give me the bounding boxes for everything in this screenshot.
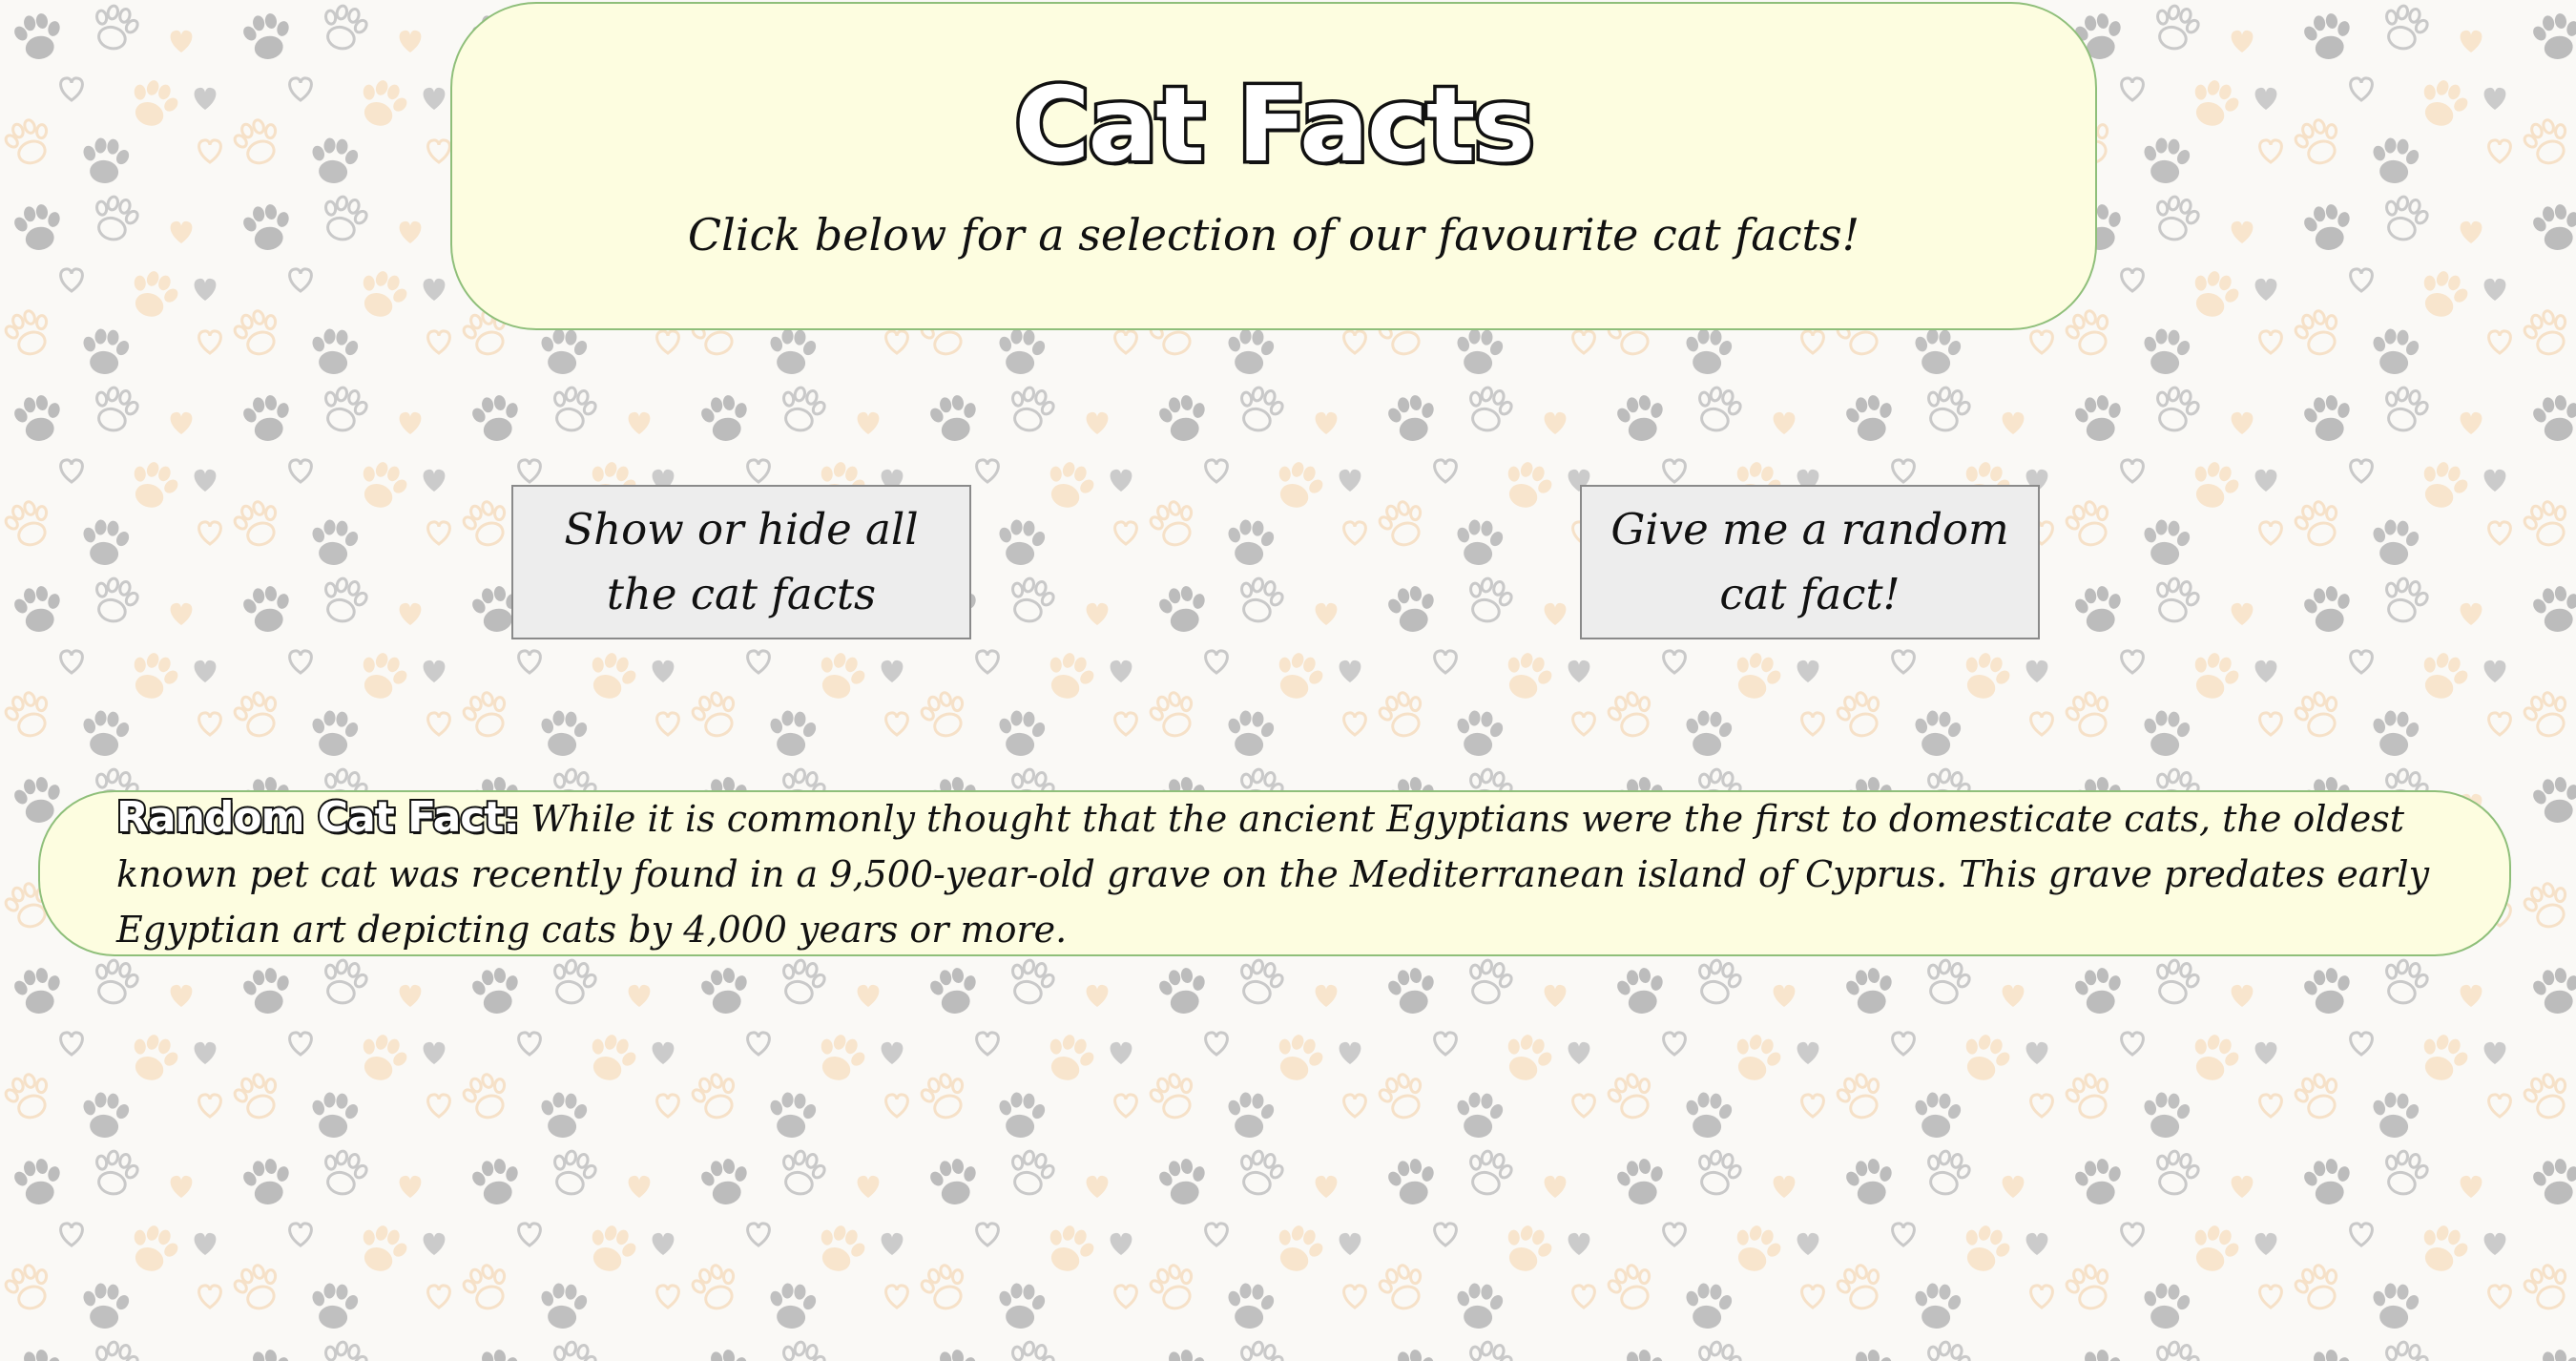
page-title: Cat Facts: [1011, 65, 1539, 186]
toggle-facts-button[interactable]: Show or hide all the cat facts: [511, 485, 971, 639]
random-fact-label: Random Cat Fact:: [114, 791, 522, 844]
header-card: Cat Facts Click below for a selection of…: [450, 2, 2097, 330]
random-fact-paragraph: Random Cat Fact: While it is commonly th…: [114, 790, 2460, 957]
random-fact-button[interactable]: Give me a random cat fact!: [1580, 485, 2040, 639]
page-subtitle: Click below for a selection of our favou…: [687, 209, 1860, 261]
random-fact-card: Random Cat Fact: While it is commonly th…: [38, 790, 2511, 956]
